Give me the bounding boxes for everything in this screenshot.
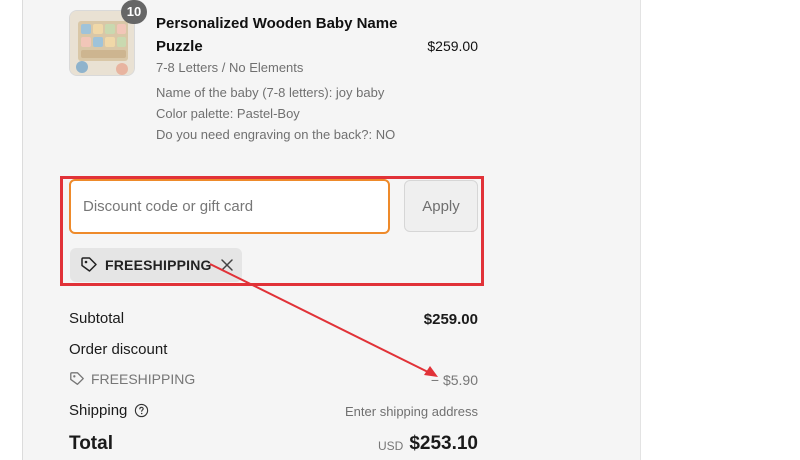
- discount-code-name: FREESHIPPING: [91, 371, 196, 387]
- product-price: $259.00: [427, 38, 478, 54]
- shipping-label: Shipping: [69, 402, 149, 419]
- order-discount-label: Order discount: [69, 341, 168, 358]
- applied-discount-chip: FREESHIPPING: [70, 248, 242, 282]
- applied-discount-code: FREESHIPPING: [105, 257, 212, 273]
- tag-icon: [80, 256, 98, 274]
- close-icon[interactable]: [220, 258, 234, 272]
- property-color-palette: Color palette: Pastel-Boy: [156, 106, 300, 121]
- total-value: $253.10: [409, 433, 478, 454]
- quantity-badge: 10: [121, 0, 147, 24]
- help-circle-icon[interactable]: [134, 403, 149, 418]
- apply-discount-button[interactable]: Apply: [404, 180, 478, 232]
- total-currency: USD: [378, 439, 404, 453]
- shipping-value: Enter shipping address: [345, 404, 478, 419]
- subtotal-value: $259.00: [423, 311, 478, 328]
- property-baby-name: Name of the baby (7-8 letters): joy baby: [156, 85, 385, 100]
- product-title: Personalized Wooden Baby Name Puzzle: [156, 15, 398, 55]
- discount-code-input[interactable]: [69, 179, 390, 234]
- shipping-label-text: Shipping: [69, 402, 128, 419]
- subtotal-label: Subtotal: [69, 310, 125, 327]
- product-variant: 7-8 Letters / No Elements: [156, 60, 304, 75]
- discount-amount: − $5.90: [430, 372, 478, 388]
- total-label: Total: [69, 433, 113, 454]
- product-properties: Name of the baby (7-8 letters): joy baby…: [156, 84, 406, 147]
- discount-code-line: FREESHIPPING: [69, 371, 195, 387]
- right-column-divider: [640, 0, 641, 460]
- property-engraving: Do you need engraving on the back?: NO: [156, 127, 396, 142]
- tag-icon: [69, 371, 85, 387]
